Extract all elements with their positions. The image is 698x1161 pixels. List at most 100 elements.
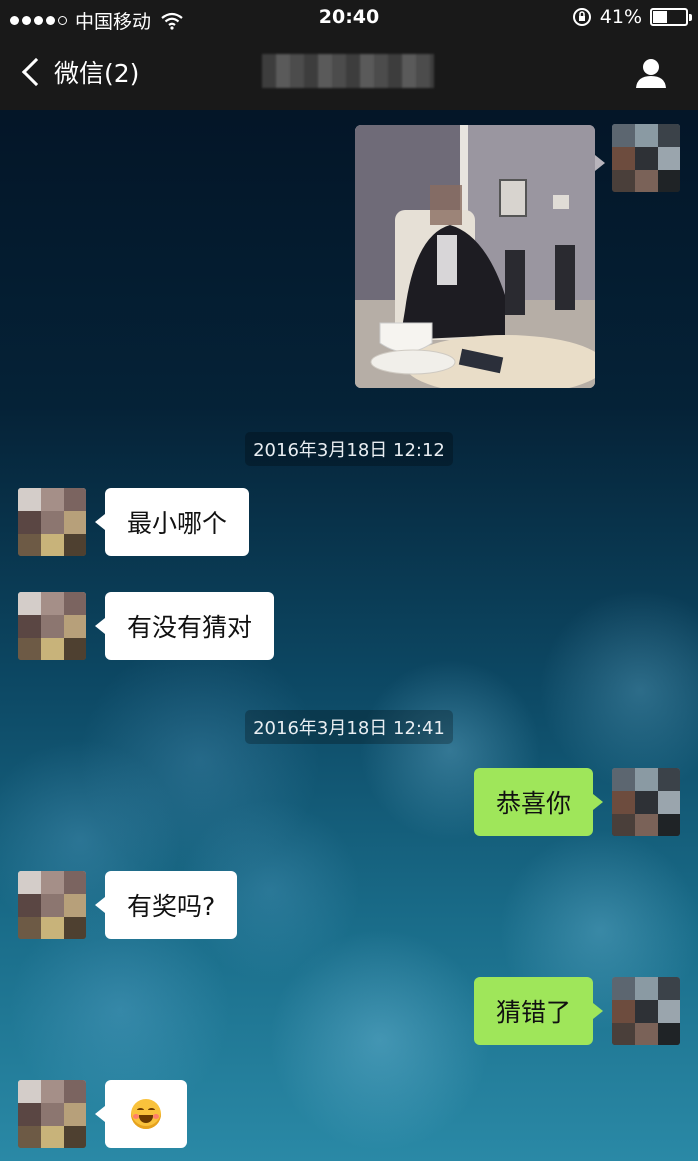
avatar-pixel <box>18 488 41 511</box>
avatar-pixel <box>64 917 86 939</box>
message-bubble-received[interactable]: 有没有猜对 <box>94 592 275 660</box>
message-bubble-received[interactable]: 有奖吗? <box>94 871 238 939</box>
avatar-pixel <box>18 894 41 917</box>
avatar-pixel <box>64 592 86 615</box>
avatar-pixel <box>18 1126 41 1148</box>
avatar-pixel <box>64 1126 86 1148</box>
sent-photo[interactable] <box>355 125 595 388</box>
avatar-pixel <box>635 791 658 814</box>
message-text: 猜错了 <box>495 998 571 1027</box>
timestamp: 2016年3月18日 12:12 <box>0 432 698 466</box>
avatar-pixel <box>658 170 680 192</box>
contact-avatar[interactable] <box>18 871 86 939</box>
avatar-pixel <box>658 124 680 147</box>
avatar-pixel <box>41 1126 64 1148</box>
avatar-pixel <box>612 768 635 791</box>
avatar-pixel <box>64 894 86 917</box>
message-bubble-received[interactable]: 最小哪个 <box>94 488 250 556</box>
avatar-pixel <box>635 170 658 192</box>
avatar-pixel <box>635 124 658 147</box>
avatar-pixel <box>612 1000 635 1023</box>
avatar-pixel <box>18 511 41 534</box>
contact-avatar[interactable] <box>18 1080 86 1148</box>
avatar-pixel <box>658 814 680 836</box>
avatar-pixel <box>41 638 64 660</box>
rotation-lock-icon <box>572 8 591 26</box>
avatar-pixel <box>658 1023 680 1045</box>
message-text: 有没有猜对 <box>127 613 253 642</box>
avatar-pixel <box>18 1103 41 1126</box>
back-label: 微信(2) <box>54 59 140 88</box>
avatar-pixel <box>64 488 86 511</box>
avatar-pixel <box>635 147 658 170</box>
avatar-pixel <box>612 814 635 836</box>
avatar-pixel <box>41 615 64 638</box>
status-right: 41% <box>572 6 692 28</box>
avatar-pixel <box>635 1000 658 1023</box>
avatar-pixel <box>41 871 64 894</box>
avatar-pixel <box>18 638 41 660</box>
avatar-pixel <box>18 1080 41 1103</box>
avatar-pixel <box>41 488 64 511</box>
timestamp-label: 2016年3月18日 12:12 <box>245 432 453 466</box>
avatar-pixel <box>41 592 64 615</box>
avatar-pixel <box>64 511 86 534</box>
avatar-pixel <box>64 1080 86 1103</box>
avatar-pixel <box>658 147 680 170</box>
avatar-pixel <box>635 977 658 1000</box>
avatar-pixel <box>635 814 658 836</box>
avatar-pixel <box>18 534 41 556</box>
avatar-pixel <box>64 871 86 894</box>
avatar-pixel <box>64 1103 86 1126</box>
message-text: 有奖吗? <box>127 892 216 921</box>
avatar-pixel <box>658 1000 680 1023</box>
avatar-pixel <box>41 917 64 939</box>
avatar-pixel <box>41 534 64 556</box>
avatar-pixel <box>612 977 635 1000</box>
avatar-pixel <box>612 124 635 147</box>
avatar-pixel <box>64 534 86 556</box>
message-text: 最小哪个 <box>127 509 228 538</box>
self-avatar[interactable] <box>612 977 680 1045</box>
avatar-pixel <box>612 147 635 170</box>
avatar-pixel <box>64 638 86 660</box>
avatar-pixel <box>64 615 86 638</box>
avatar-pixel <box>658 791 680 814</box>
photo-bubble-tail <box>595 155 605 171</box>
avatar-pixel <box>612 1023 635 1045</box>
message-bubble-received[interactable] <box>95 1080 187 1148</box>
message-bubble-sent[interactable]: 恭喜你 <box>473 768 604 836</box>
message-text: 恭喜你 <box>495 789 571 818</box>
battery-fill <box>653 11 667 23</box>
avatar-pixel <box>18 871 41 894</box>
self-avatar[interactable] <box>612 124 680 192</box>
avatar-pixel <box>18 917 41 939</box>
avatar-pixel <box>41 1080 64 1103</box>
avatar-pixel <box>658 977 680 1000</box>
avatar-pixel <box>612 791 635 814</box>
contact-avatar[interactable] <box>18 488 86 556</box>
avatar-pixel <box>41 894 64 917</box>
profile-icon[interactable] <box>634 56 668 90</box>
self-avatar[interactable] <box>612 768 680 836</box>
avatar-pixel <box>612 170 635 192</box>
avatar-pixel <box>658 768 680 791</box>
back-button[interactable]: 微信(2) <box>20 54 139 90</box>
grinning-squint-emoji-icon <box>131 1099 161 1129</box>
avatar-pixel <box>635 1023 658 1045</box>
photo-content <box>355 125 595 388</box>
timestamp-label: 2016年3月18日 12:41 <box>245 710 453 744</box>
avatar-pixel <box>41 1103 64 1126</box>
chevron-left-icon <box>21 57 51 87</box>
contact-avatar[interactable] <box>18 592 86 660</box>
avatar-pixel <box>635 768 658 791</box>
avatar-pixel <box>41 511 64 534</box>
nav-bar: 微信(2) <box>0 36 698 110</box>
status-bar: 中国移动 20:40 41% <box>0 0 698 36</box>
message-bubble-sent[interactable]: 猜错了 <box>473 977 604 1045</box>
battery-percent: 41% <box>599 6 642 28</box>
chat-title-obscured <box>262 54 434 88</box>
chat-screen: 中国移动 20:40 41% 微信(2) 2016年3月18日 12:12 最小… <box>0 0 698 1161</box>
timestamp: 2016年3月18日 12:41 <box>0 710 698 744</box>
avatar-pixel <box>18 615 41 638</box>
